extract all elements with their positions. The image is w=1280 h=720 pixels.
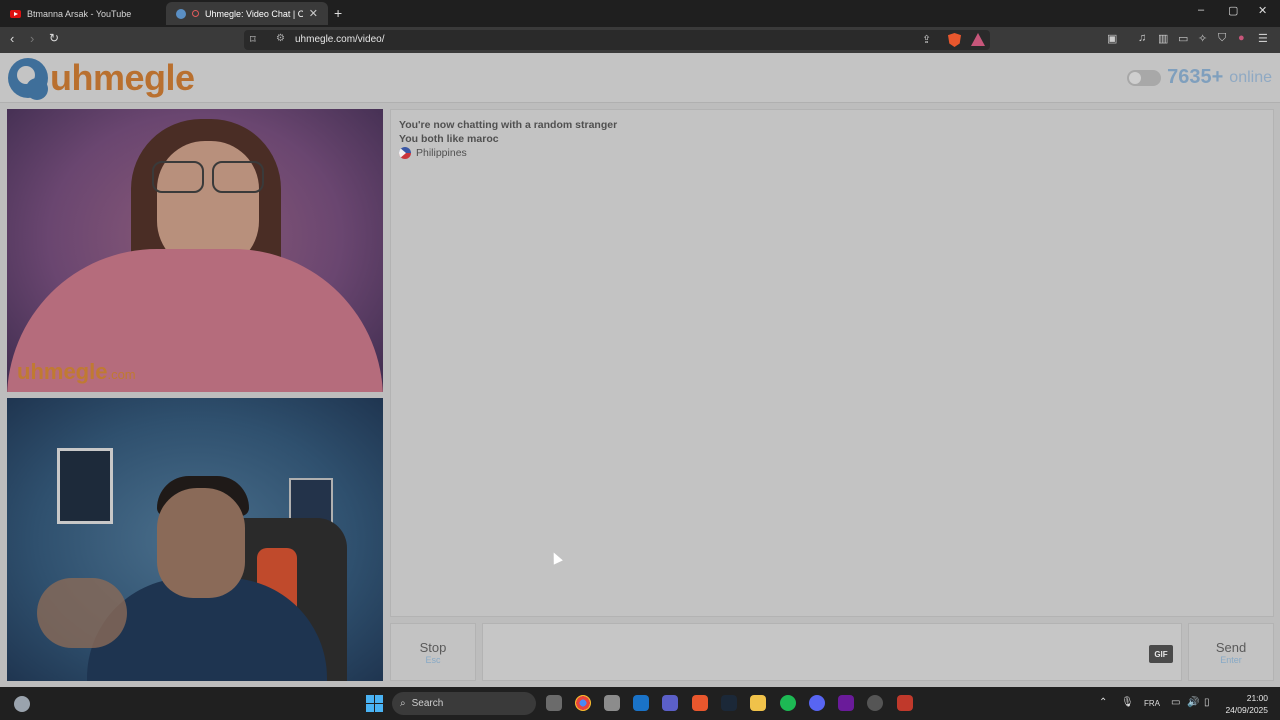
system-message: You both like maroc	[399, 133, 499, 145]
brave-icon[interactable]	[692, 695, 708, 711]
url-text[interactable]: uhmegle.com/video/	[295, 34, 385, 45]
site-header: uhmegle 7635+ online	[0, 53, 1280, 103]
stop-shortcut: Esc	[425, 654, 441, 665]
uhmegle-page: uhmegle 7635+ online uhmegle.com You're …	[0, 53, 1280, 687]
logo-mark-icon	[8, 58, 48, 100]
tab-title: Uhmegle: Video Chat | Omeg	[205, 8, 303, 19]
self-hands	[37, 578, 127, 648]
clock-date: 24/09/2025	[1225, 705, 1268, 715]
brave-shield-icon[interactable]	[948, 33, 961, 47]
stranger-video: uhmegle.com	[7, 109, 383, 392]
battery-icon[interactable]: ▯	[1204, 697, 1210, 708]
back-icon[interactable]: ‹	[10, 31, 14, 46]
theme-toggle[interactable]	[1127, 69, 1162, 86]
music-icon[interactable]: ♫	[1138, 32, 1146, 44]
tab-title: Btmanna Arsak - YouTube	[27, 8, 132, 19]
app-icon[interactable]	[838, 695, 854, 711]
online-indicator: 7635+ online	[1127, 66, 1272, 89]
clock-time: 21:00	[1246, 693, 1268, 703]
reload-icon[interactable]: ↻	[49, 31, 59, 45]
stop-label: Stop	[419, 639, 447, 655]
microphone-icon[interactable]: 🎙	[1121, 697, 1134, 708]
youtube-icon	[10, 9, 21, 18]
outlook-icon[interactable]	[633, 695, 649, 711]
self-video	[7, 398, 383, 681]
minimize-button[interactable]: –	[1198, 4, 1204, 16]
store-icon[interactable]	[604, 695, 620, 711]
file-explorer-icon[interactable]	[750, 695, 766, 711]
profile-icon[interactable]: ●	[1238, 32, 1245, 44]
online-count: 7635+	[1167, 66, 1224, 88]
system-message: You're now chatting with a random strang…	[399, 119, 618, 131]
maximize-button[interactable]: ▢	[1228, 4, 1238, 17]
site-logo[interactable]: uhmegle	[8, 57, 195, 100]
task-view-icon[interactable]	[546, 695, 562, 711]
weather-icon[interactable]	[14, 696, 30, 712]
discord-icon[interactable]	[809, 695, 825, 711]
recording-icon	[192, 10, 199, 17]
leo-ai-icon[interactable]: ✧	[1198, 32, 1207, 45]
teams-icon[interactable]	[662, 695, 678, 711]
tab-uhmegle[interactable]: Uhmegle: Video Chat | Omeg ✕	[166, 2, 328, 25]
stop-button[interactable]: Stop Esc	[390, 623, 476, 681]
browser-tab-bar: Btmanna Arsak - YouTube Uhmegle: Video C…	[0, 0, 1280, 27]
sidebar-icon[interactable]: ▥	[1158, 32, 1168, 45]
close-window-button[interactable]: ✕	[1258, 4, 1267, 17]
language-indicator[interactable]: FRA	[1144, 699, 1160, 708]
share-icon[interactable]: ⇪	[922, 33, 931, 46]
stranger-country: Philippines	[399, 147, 1265, 159]
video-watermark: uhmegle.com	[17, 359, 136, 384]
close-tab-icon[interactable]: ✕	[309, 7, 318, 20]
online-label: online	[1229, 68, 1272, 86]
message-input[interactable]: GIF	[482, 623, 1182, 681]
chat-log: You're now chatting with a random strang…	[390, 109, 1274, 617]
windows-taskbar: ⌕ Search ⌃ 🎙 FRA ▭ 🔊 ▯ 21:00 24/09/2025	[0, 687, 1280, 720]
new-tab-button[interactable]: +	[334, 5, 342, 21]
steam-icon[interactable]	[721, 695, 737, 711]
stranger-glasses	[152, 161, 264, 193]
philippines-flag-icon	[399, 147, 411, 159]
spotify-icon[interactable]	[780, 695, 796, 711]
app-icon[interactable]	[867, 695, 883, 711]
search-icon: ⌕	[400, 698, 406, 709]
taskbar-search[interactable]: ⌕ Search	[392, 692, 536, 715]
app-icon[interactable]	[897, 695, 913, 711]
send-label: Send	[1215, 639, 1247, 655]
vpn-shield-icon[interactable]: ⛉	[1218, 32, 1226, 45]
gif-button[interactable]: GIF	[1149, 645, 1173, 663]
search-label: Search	[411, 698, 444, 709]
self-face	[157, 488, 245, 598]
network-icon[interactable]: ▭	[1171, 697, 1180, 708]
brave-rewards-icon[interactable]	[971, 33, 985, 46]
taskbar-clock[interactable]: 21:00 24/09/2025	[1225, 692, 1268, 716]
browser-toolbar: ‹ › ↻ ⌑ ⚙ uhmegle.com/video/ ⇪ ▣ ♫ ▥ ▭ ✧…	[0, 27, 1280, 53]
site-settings-icon[interactable]: ⚙	[276, 33, 285, 44]
wallet-icon[interactable]: ▭	[1178, 32, 1188, 45]
tab-youtube[interactable]: Btmanna Arsak - YouTube	[0, 2, 166, 25]
send-button[interactable]: Send Enter	[1188, 623, 1274, 681]
country-name: Philippines	[416, 147, 467, 159]
logo-text: uhmegle	[50, 57, 195, 98]
forward-icon[interactable]: ›	[30, 31, 34, 46]
chrome-icon[interactable]	[575, 695, 591, 711]
menu-icon[interactable]: ☰	[1258, 32, 1268, 45]
sidebar-toggle-icon[interactable]: ▣	[1107, 32, 1117, 45]
uhmegle-icon	[176, 8, 186, 19]
chevron-up-icon[interactable]: ⌃	[1099, 697, 1107, 708]
bookmark-icon[interactable]: ⌑	[250, 33, 256, 46]
volume-icon[interactable]: 🔊	[1187, 697, 1199, 708]
chat-controls: Stop Esc GIF Send Enter	[390, 623, 1274, 681]
send-shortcut: Enter	[1220, 654, 1242, 665]
start-button[interactable]	[366, 695, 383, 712]
wall-frame	[57, 448, 113, 524]
address-bar[interactable]: ⌑ ⚙ uhmegle.com/video/ ⇪	[244, 30, 990, 50]
